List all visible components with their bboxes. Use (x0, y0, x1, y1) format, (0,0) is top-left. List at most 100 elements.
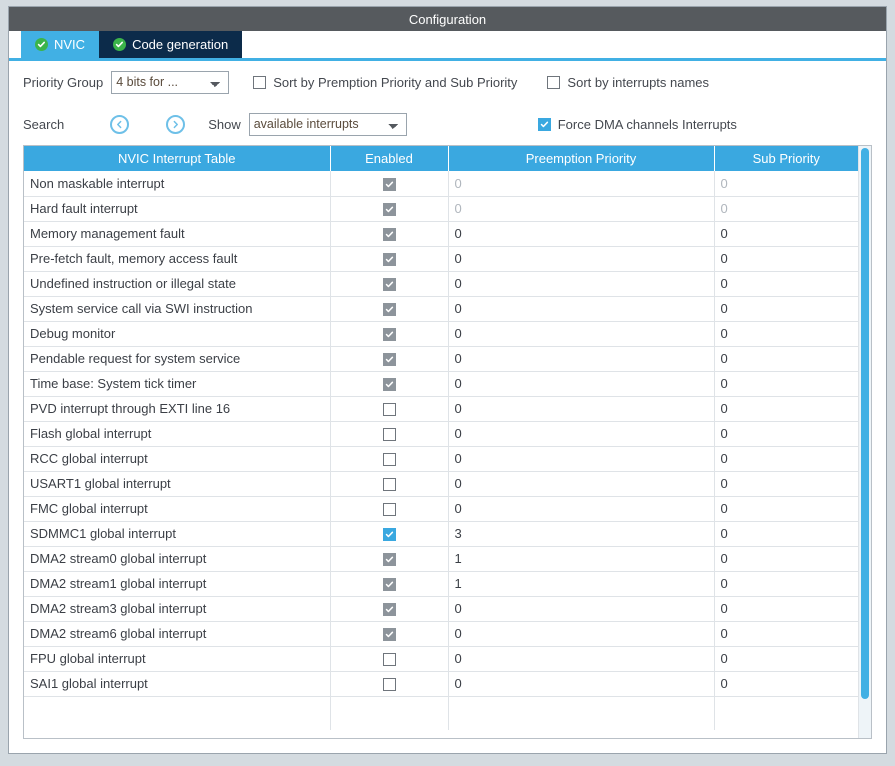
preemption-priority-cell[interactable]: 3 (448, 521, 715, 547)
enabled-cell[interactable] (330, 371, 449, 397)
table-row[interactable]: Pendable request for system service 0 0 (24, 346, 858, 372)
table-vertical-scrollbar[interactable] (858, 146, 871, 738)
sub-priority-cell[interactable]: 0 (714, 446, 858, 472)
column-header-sub-priority[interactable]: Sub Priority (714, 146, 858, 171)
enabled-cell[interactable] (330, 496, 449, 522)
preemption-priority-cell[interactable]: 0 (448, 321, 715, 347)
sub-priority-cell[interactable]: 0 (714, 421, 858, 447)
enabled-cell[interactable] (330, 346, 449, 372)
preemption-priority-cell[interactable]: 0 (448, 646, 715, 672)
sub-priority-cell[interactable]: 0 (714, 246, 858, 272)
sub-priority-cell[interactable]: 0 (714, 346, 858, 372)
preemption-priority-cell[interactable]: 0 (448, 246, 715, 272)
preemption-priority-cell[interactable]: 0 (448, 371, 715, 397)
table-row[interactable]: FMC global interrupt 0 0 (24, 496, 858, 522)
enabled-cell[interactable] (330, 521, 449, 547)
table-row[interactable]: SAI1 global interrupt 0 0 (24, 671, 858, 697)
preemption-priority-cell[interactable]: 0 (448, 496, 715, 522)
chevron-right-circle-icon[interactable] (166, 114, 186, 134)
enabled-cell[interactable] (330, 546, 449, 572)
preemption-priority-cell[interactable]: 0 (448, 196, 715, 222)
tab-code-generation[interactable]: Code generation (99, 31, 243, 58)
enabled-cell[interactable] (330, 271, 449, 297)
table-row[interactable]: Hard fault interrupt 0 0 (24, 196, 858, 222)
table-row[interactable]: Non maskable interrupt 0 0 (24, 171, 858, 197)
sub-priority-cell[interactable]: 0 (714, 646, 858, 672)
table-row[interactable]: Flash global interrupt 0 0 (24, 421, 858, 447)
sub-priority-cell[interactable]: 0 (714, 321, 858, 347)
preemption-priority-cell[interactable]: 1 (448, 571, 715, 597)
table-row[interactable]: SDMMC1 global interrupt 3 0 (24, 521, 858, 547)
table-row[interactable]: USART1 global interrupt 0 0 (24, 471, 858, 497)
table-row[interactable]: Memory management fault 0 0 (24, 221, 858, 247)
table-row[interactable]: System service call via SWI instruction 0… (24, 296, 858, 322)
priority-group-label: Priority Group (23, 74, 104, 90)
preemption-priority-cell[interactable]: 0 (448, 471, 715, 497)
sort-by-names-checkbox[interactable]: Sort by interrupts names (547, 75, 709, 90)
sub-priority-cell[interactable]: 0 (714, 221, 858, 247)
table-row[interactable]: Undefined instruction or illegal state 0 0 (24, 271, 858, 297)
preemption-priority-cell[interactable]: 0 (448, 346, 715, 372)
sort-by-preemption-checkbox[interactable]: Sort by Premption Priority and Sub Prior… (253, 75, 517, 90)
sub-priority-cell[interactable]: 0 (714, 671, 858, 697)
table-row[interactable]: Debug monitor 0 0 (24, 321, 858, 347)
enabled-cell[interactable] (330, 171, 449, 197)
priority-group-select[interactable]: 4 bits for ... (111, 70, 230, 94)
enabled-cell[interactable] (330, 571, 449, 597)
table-row[interactable]: DMA2 stream6 global interrupt 0 0 (24, 621, 858, 647)
sub-priority-cell[interactable]: 0 (714, 571, 858, 597)
chevron-left-circle-icon[interactable] (110, 114, 130, 134)
sub-priority-cell[interactable]: 0 (714, 271, 858, 297)
table-row[interactable]: DMA2 stream0 global interrupt 1 0 (24, 546, 858, 572)
table-row[interactable]: Time base: System tick timer 0 0 (24, 371, 858, 397)
enabled-cell[interactable] (330, 471, 449, 497)
enabled-cell[interactable] (330, 296, 449, 322)
show-filter-select[interactable]: available interrupts (248, 112, 407, 136)
preemption-priority-cell[interactable]: 0 (448, 621, 715, 647)
column-header-name[interactable]: NVIC Interrupt Table (24, 146, 331, 171)
enabled-cell[interactable] (330, 246, 449, 272)
preemption-priority-cell[interactable]: 0 (448, 596, 715, 622)
preemption-priority-cell[interactable]: 0 (448, 171, 715, 197)
column-header-enabled[interactable]: Enabled (330, 146, 449, 171)
table-row[interactable]: Pre-fetch fault, memory access fault 0 0 (24, 246, 858, 272)
sub-priority-cell[interactable]: 0 (714, 296, 858, 322)
force-dma-checkbox[interactable]: Force DMA channels Interrupts (537, 117, 737, 132)
preemption-priority-cell[interactable]: 0 (448, 421, 715, 447)
enabled-cell[interactable] (330, 321, 449, 347)
preemption-priority-cell[interactable]: 0 (448, 271, 715, 297)
table-row[interactable]: DMA2 stream3 global interrupt 0 0 (24, 596, 858, 622)
preemption-priority-cell[interactable]: 1 (448, 546, 715, 572)
preemption-priority-cell[interactable]: 0 (448, 396, 715, 422)
sub-priority-cell[interactable]: 0 (714, 521, 858, 547)
sub-priority-cell[interactable]: 0 (714, 496, 858, 522)
table-row[interactable]: FPU global interrupt 0 0 (24, 646, 858, 672)
table-row[interactable]: PVD interrupt through EXTI line 16 0 0 (24, 396, 858, 422)
enabled-cell[interactable] (330, 396, 449, 422)
scrollbar-thumb[interactable] (861, 148, 869, 699)
column-header-preemption-priority[interactable]: Preemption Priority (448, 146, 715, 171)
enabled-cell[interactable] (330, 621, 449, 647)
preemption-priority-cell[interactable]: 0 (448, 221, 715, 247)
table-row[interactable]: RCC global interrupt 0 0 (24, 446, 858, 472)
sub-priority-cell[interactable]: 0 (714, 546, 858, 572)
preemption-priority-cell[interactable]: 0 (448, 296, 715, 322)
sub-priority-cell[interactable]: 0 (714, 471, 858, 497)
enabled-cell[interactable] (330, 646, 449, 672)
enabled-cell[interactable] (330, 671, 449, 697)
enabled-cell[interactable] (330, 221, 449, 247)
preemption-priority-cell[interactable]: 0 (448, 671, 715, 697)
enabled-cell[interactable] (330, 596, 449, 622)
sub-priority-cell[interactable]: 0 (714, 621, 858, 647)
sub-priority-cell[interactable]: 0 (714, 171, 858, 197)
sub-priority-cell[interactable]: 0 (714, 371, 858, 397)
sub-priority-cell[interactable]: 0 (714, 396, 858, 422)
tab-nvic[interactable]: NVIC (21, 31, 100, 58)
enabled-cell[interactable] (330, 446, 449, 472)
sub-priority-cell[interactable]: 0 (714, 596, 858, 622)
sub-priority-cell[interactable]: 0 (714, 196, 858, 222)
enabled-cell[interactable] (330, 421, 449, 447)
table-row[interactable]: DMA2 stream1 global interrupt 1 0 (24, 571, 858, 597)
enabled-cell[interactable] (330, 196, 449, 222)
preemption-priority-cell[interactable]: 0 (448, 446, 715, 472)
